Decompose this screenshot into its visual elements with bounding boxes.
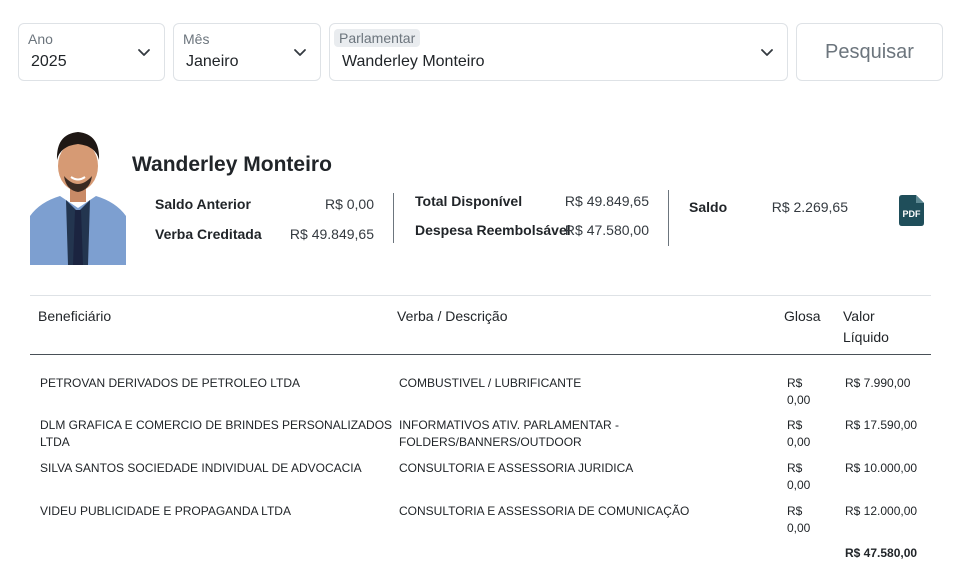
col-header-beneficiario: Beneficiário [38,308,112,324]
col-header-valor-line2: Líquido [843,329,889,345]
total-disponivel-value: R$ 49.849,65 [564,193,649,209]
mes-label: Mês [183,31,210,47]
despesa-reembolsavel-label: Despesa Reembolsável [415,222,571,238]
ano-label: Ano [28,31,53,47]
table-row-valor: R$ 7.990,00 [845,376,911,390]
chevron-down-icon [294,49,306,56]
col-header-valor: Valor Líquido [843,306,889,348]
ano-value: 2025 [31,53,67,70]
saldo-value: R$ 2.269,65 [771,199,848,215]
table-header-rule [30,354,931,355]
table-row-beneficiario: SILVA SANTOS SOCIEDADE INDIVIDUAL DE ADV… [40,461,362,475]
parlamentar-select[interactable]: Parlamentar Wanderley Monteiro [329,23,788,81]
mes-select[interactable]: Mês Janeiro [173,23,321,81]
table-row-valor: R$ 12.000,00 [845,504,918,518]
verba-creditada-value: R$ 49.849,65 [289,226,374,242]
mes-value: Janeiro [186,53,239,70]
despesa-reembolsavel-value: R$ 47.580,00 [564,222,649,238]
col-header-valor-line1: Valor [843,308,875,324]
table-row-valor: R$ 10.000,00 [845,461,918,475]
total-disponivel-label: Total Disponível [415,193,523,209]
table-row-beneficiario: PETROVAN DERIVADOS DE PETROLEO LTDA [40,376,301,390]
svg-text:PDF: PDF [903,209,922,219]
table-row-beneficiario: DLM GRAFICA E COMERCIO DE BRINDES PERSON… [40,418,393,449]
chevron-down-icon [761,49,773,56]
table-row-verba: INFORMATIVOS ATIV. PARLAMENTAR - FOLDERS/… [399,418,620,449]
deputy-photo [30,124,126,265]
verba-creditada-label: Verba Creditada [155,226,262,242]
pdf-icon[interactable]: PDF [899,195,924,226]
parlamentar-label: Parlamentar [334,29,421,47]
table-row-glosa: R$ 0,00 [787,376,811,407]
saldo-label: Saldo [689,199,728,215]
deputy-name: Wanderley Monteiro [132,153,332,176]
table-row-verba: CONSULTORIA E ASSESSORIA DE COMUNICAÇÃO [399,504,690,518]
table-row-glosa: R$ 0,00 [787,504,811,535]
ano-select[interactable]: Ano 2025 [18,23,165,81]
table-total: R$ 47.580,00 [845,546,918,560]
table-row-beneficiario: VIDEU PUBLICIDADE E PROPAGANDA LTDA [40,504,291,518]
col-header-verba: Verba / Descrição [397,308,508,324]
saldo-anterior-label: Saldo Anterior [155,196,251,212]
table-row-verba: CONSULTORIA E ASSESSORIA JURIDICA [399,461,634,475]
table-row-valor: R$ 17.590,00 [845,418,918,432]
search-button[interactable]: Pesquisar [796,23,943,81]
col-header-glosa: Glosa [784,308,821,324]
table-row-glosa: R$ 0,00 [787,418,811,449]
saldo-anterior-value: R$ 0,00 [324,196,374,212]
summary-divider [393,193,394,243]
summary-divider [668,190,669,246]
table-top-rule [30,295,931,296]
parlamentar-value: Wanderley Monteiro [342,53,485,70]
chevron-down-icon [138,49,150,56]
table-row-glosa: R$ 0,00 [787,461,811,492]
table-row-verba: COMBUSTIVEL / LUBRIFICANTE [399,376,582,390]
